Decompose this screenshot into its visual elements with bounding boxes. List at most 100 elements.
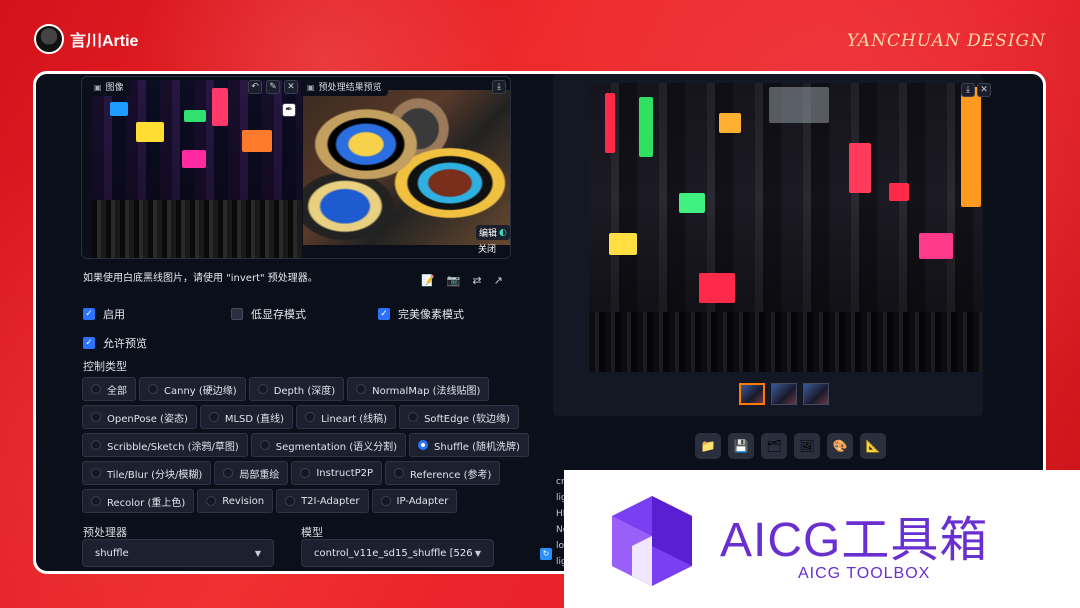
- undo-icon[interactable]: ↶: [248, 80, 262, 94]
- radio-dot: [208, 412, 219, 422]
- checkbox-box[interactable]: ✓: [378, 308, 390, 320]
- radio-dot: [300, 468, 311, 478]
- pixel-perfect-checkbox[interactable]: ✓ 完美像素模式: [378, 306, 464, 322]
- low-vram-checkbox[interactable]: 低显存模式: [231, 306, 306, 322]
- neon-sign: [679, 193, 705, 213]
- radio-dot: [91, 440, 101, 450]
- radio-dot: [148, 384, 158, 394]
- radio-scribble[interactable]: Scribble/Sketch (涂鸦/草图): [82, 433, 248, 457]
- radio-dot: [285, 496, 296, 506]
- send-dimensions-icon[interactable]: ↗: [494, 274, 503, 287]
- thumbnail[interactable]: [803, 383, 829, 405]
- pen-tool-icon[interactable]: ✒: [282, 103, 296, 117]
- neon-sign: [110, 102, 128, 116]
- toolbox-logo-icon: [612, 496, 692, 586]
- radio-normalmap[interactable]: NormalMap (法线贴图): [347, 377, 490, 401]
- radio-dot: [91, 496, 101, 506]
- radio-revision[interactable]: Revision: [197, 489, 274, 513]
- radio-instructp2p[interactable]: InstructP2P: [291, 461, 383, 485]
- radio-lineart[interactable]: Lineart (线稿): [296, 405, 397, 429]
- folder-icon[interactable]: 📁: [695, 433, 721, 459]
- brush-icon[interactable]: ✎: [266, 80, 280, 94]
- radio-label: Reference (参考): [410, 469, 492, 481]
- edit-label: 编辑: [479, 229, 498, 239]
- checkbox-box[interactable]: ✓: [83, 337, 95, 349]
- neon-sign: [919, 233, 953, 259]
- model-select[interactable]: control_v11e_sd15_shuffle [526bfc ▼: [301, 539, 494, 567]
- download-icon[interactable]: ⤓: [492, 80, 506, 94]
- refresh-models-icon[interactable]: ↻: [540, 548, 552, 560]
- neon-sign: [609, 233, 637, 255]
- image-panel-tag: ▣ 图像: [88, 80, 130, 96]
- radio-inpaint[interactable]: 局部重绘: [214, 461, 289, 485]
- control-type-label: 控制类型: [83, 360, 127, 373]
- edit-icon: ◐: [499, 227, 507, 238]
- radio-canny[interactable]: Canny (硬边缘): [139, 377, 246, 401]
- radio-openpose[interactable]: OpenPose (姿态): [82, 405, 197, 429]
- radio-dot: [257, 384, 268, 394]
- checkbox-label: 低显存模式: [251, 308, 306, 321]
- output-actions: 📁 💾 🗂 🖼 🎨 📐: [695, 433, 886, 459]
- thumbnail[interactable]: [739, 383, 765, 405]
- send-to-extras-icon[interactable]: 📐: [860, 433, 886, 459]
- radio-all[interactable]: 全部: [82, 377, 136, 401]
- radio-dot: [305, 412, 316, 422]
- radio-dot: [206, 496, 217, 506]
- brand-name: 言川Artie: [70, 33, 139, 50]
- radio-segmentation[interactable]: Segmentation (语义分割): [250, 433, 407, 457]
- radio-ip-adapter[interactable]: IP-Adapter: [371, 489, 458, 513]
- radio-dot: [91, 384, 101, 394]
- model-value: control_v11e_sd15_shuffle [526bfc: [314, 547, 472, 559]
- design-mark: YANCHUAN DESIGN: [846, 31, 1046, 51]
- preprocessor-label: 预处理器: [83, 526, 127, 539]
- input-image[interactable]: [92, 80, 302, 258]
- checkbox-box[interactable]: ✓: [83, 308, 95, 320]
- send-to-img2img-icon[interactable]: 🖼: [794, 433, 820, 459]
- clear-icon[interactable]: ✕: [284, 80, 298, 94]
- radio-label: Canny (硬边缘): [164, 385, 237, 397]
- save-icon[interactable]: 💾: [728, 433, 754, 459]
- allow-preview-checkbox[interactable]: ✓ 允许预览: [83, 335, 147, 351]
- close-icon[interactable]: ✕: [977, 83, 991, 97]
- radio-t2i-adapter[interactable]: T2I-Adapter: [276, 489, 369, 513]
- radio-label: 全部: [107, 385, 127, 397]
- radio-label: Lineart (线稿): [321, 413, 388, 425]
- radio-label: Depth (深度): [273, 385, 336, 397]
- close-preview-button[interactable]: 关闭: [478, 242, 496, 255]
- radio-dot: [356, 384, 367, 394]
- image-icon: ▣: [307, 83, 315, 92]
- preprocessor-preview-image[interactable]: [303, 90, 510, 245]
- radio-depth[interactable]: Depth (深度): [248, 377, 345, 401]
- preprocessor-select[interactable]: shuffle ▼: [82, 539, 274, 567]
- checkbox-label: 完美像素模式: [398, 308, 464, 321]
- radio-tile[interactable]: Tile/Blur (分块/模糊): [82, 461, 212, 485]
- radio-label: Segmentation (语义分割): [275, 441, 398, 453]
- radio-softedge[interactable]: SoftEdge (软边缘): [399, 405, 519, 429]
- radio-recolor[interactable]: Recolor (重上色): [82, 489, 195, 513]
- webcam-icon[interactable]: 📷: [447, 274, 461, 287]
- radio-label: Shuffle (随机洗牌): [434, 441, 520, 453]
- download-icon[interactable]: ⤓: [961, 83, 975, 97]
- generated-image[interactable]: [589, 83, 982, 372]
- neon-sign: [184, 110, 206, 122]
- zip-icon[interactable]: 🗂: [761, 433, 787, 459]
- thumbnail[interactable]: [771, 383, 797, 405]
- radio-mlsd[interactable]: MLSD (直线): [199, 405, 294, 429]
- neon-sign: [136, 122, 164, 142]
- avatar: [34, 24, 64, 54]
- send-to-inpaint-icon[interactable]: 🎨: [827, 433, 853, 459]
- checkbox-box[interactable]: [231, 308, 243, 320]
- neon-sign: [212, 88, 228, 126]
- radio-reference[interactable]: Reference (参考): [385, 461, 501, 485]
- radio-label: Revision: [222, 495, 265, 507]
- radio-label: 局部重绘: [239, 469, 280, 481]
- radio-shuffle[interactable]: Shuffle (随机洗牌): [409, 433, 529, 457]
- preview-panel-tag: ▣ 预处理结果预览: [301, 80, 388, 96]
- enable-checkbox[interactable]: ✓ 启用: [83, 306, 125, 322]
- new-canvas-icon[interactable]: 📝: [421, 274, 435, 287]
- brand-header: 言川Artie: [34, 24, 138, 54]
- neon-sign: [242, 130, 272, 152]
- edit-button[interactable]: 编辑 ◐: [476, 225, 510, 240]
- swap-icon[interactable]: ⇄: [472, 274, 481, 287]
- radio-label: IP-Adapter: [396, 495, 449, 507]
